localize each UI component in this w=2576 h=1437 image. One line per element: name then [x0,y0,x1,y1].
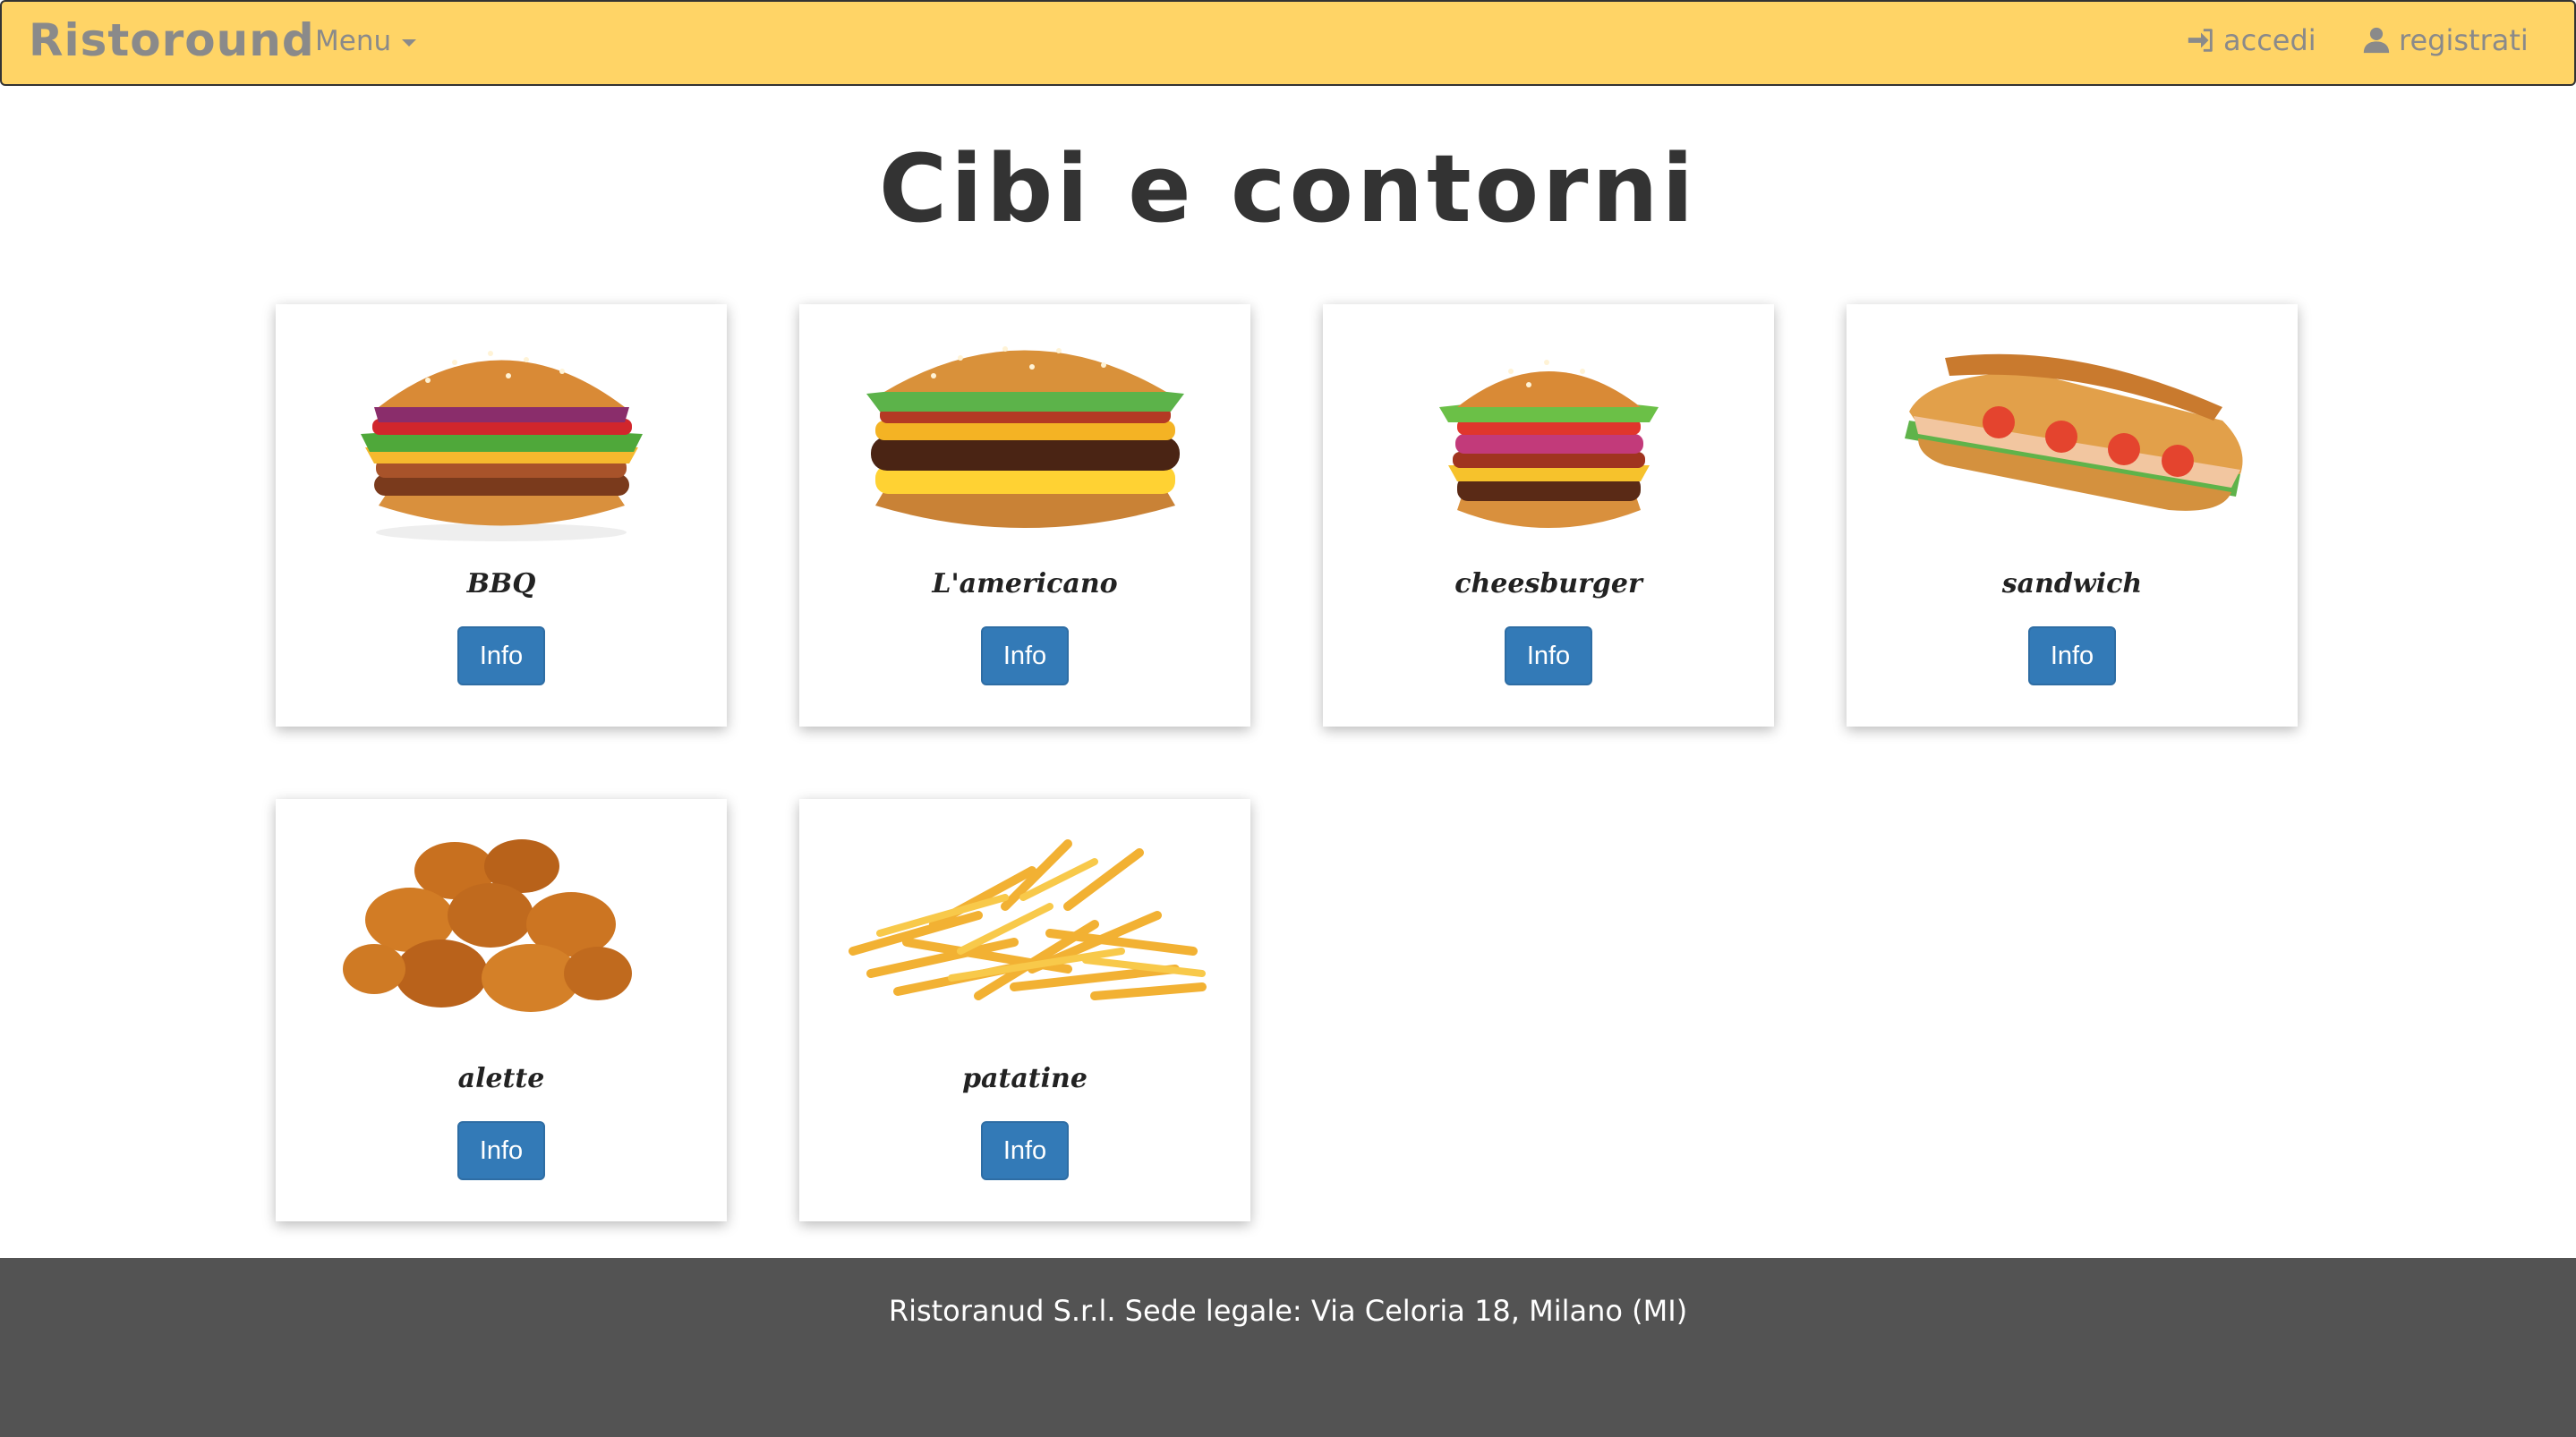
brand-logo[interactable]: Ristoround [29,14,315,66]
info-button[interactable]: Info [981,626,1069,685]
product-name: L'americano [932,568,1118,599]
fried-chicken-wings-image [276,817,727,1041]
product-card: cheesburger Info [1323,304,1774,727]
info-button[interactable]: Info [457,1121,545,1180]
navbar: Ristoround Menu accedi registrati [0,0,2576,86]
menu-dropdown[interactable]: Menu [315,25,417,57]
product-name: patatine [962,1063,1088,1094]
info-button[interactable]: Info [2028,626,2116,685]
americano-burger-image [799,322,1250,546]
footer: Ristoranud S.r.l. Sede legale: Via Celor… [0,1258,2576,1437]
product-card: alette Info [276,799,727,1221]
user-icon [2363,27,2390,54]
product-name: BBQ [466,568,536,599]
register-label: registrati [2399,23,2529,57]
product-name: sandwich [2001,568,2143,599]
page-title: Cibi e contorni [878,134,1698,243]
info-button[interactable]: Info [457,626,545,685]
product-card: L'americano Info [799,304,1250,727]
cheeseburger-image [1323,322,1774,546]
french-fries-image [799,817,1250,1041]
product-card: sandwich Info [1847,304,2298,727]
bbq-burger-image [276,322,727,546]
register-link[interactable]: registrati [2361,23,2529,57]
login-link[interactable]: accedi [2186,23,2316,57]
product-card: BBQ Info [276,304,727,727]
login-label: accedi [2223,23,2316,57]
login-icon [2188,29,2213,52]
info-button[interactable]: Info [1505,626,1592,685]
footer-text: Ristoranud S.r.l. Sede legale: Via Celor… [888,1294,1688,1328]
sandwich-image [1847,322,2298,546]
caret-down-icon [402,39,417,47]
product-name: cheesburger [1454,568,1642,599]
product-card: patatine Info [799,799,1250,1221]
menu-label: Menu [315,25,392,57]
info-button[interactable]: Info [981,1121,1069,1180]
product-name: alette [457,1063,545,1094]
